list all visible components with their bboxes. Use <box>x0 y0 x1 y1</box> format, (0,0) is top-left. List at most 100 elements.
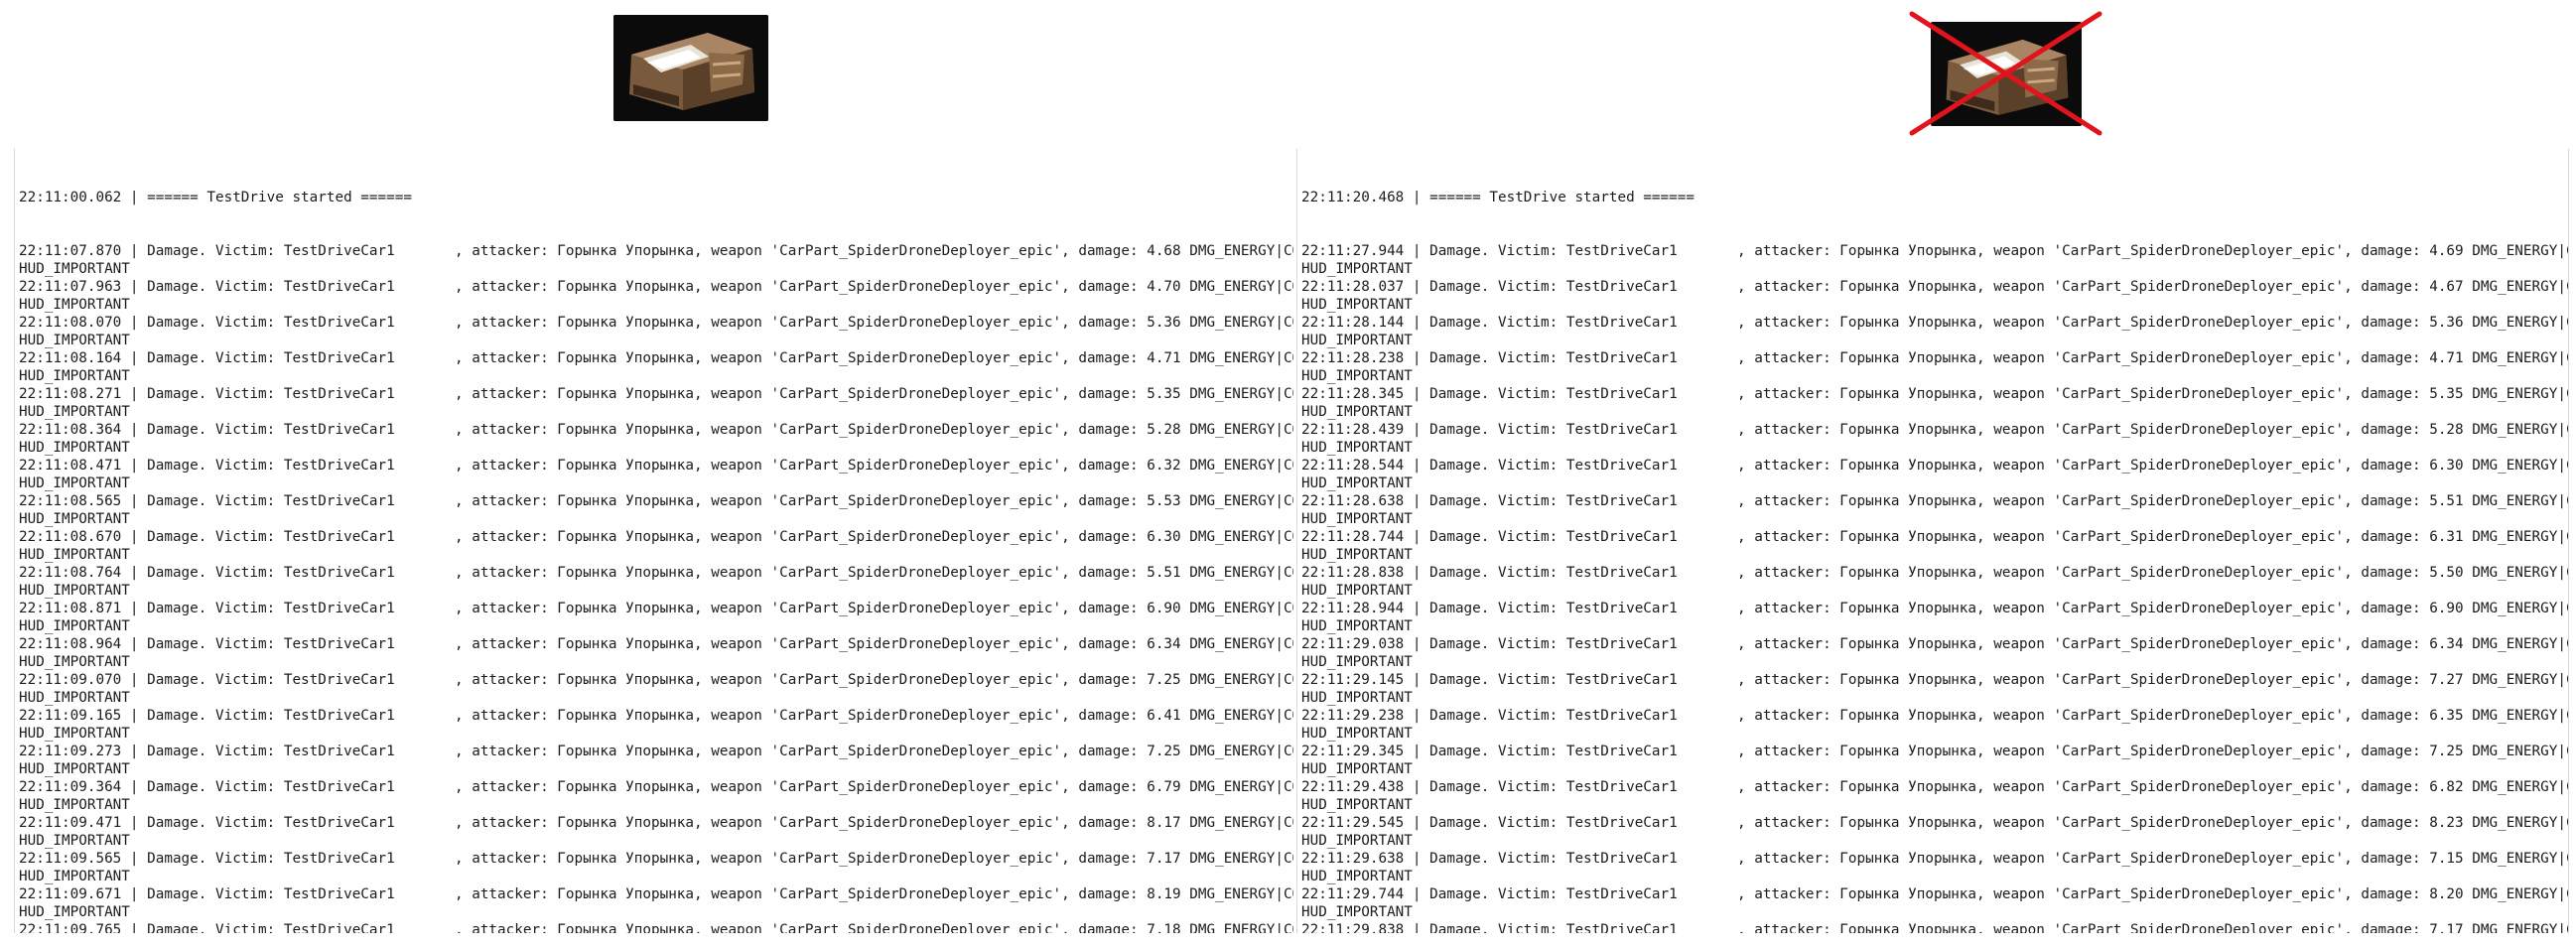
right-log-panel[interactable]: 22:11:20.468 | ====== TestDrive started … <box>1296 149 2569 933</box>
log-attacker: , attacker: Горынка Упорынка, weapon 'Ca… <box>394 708 1148 724</box>
log-separator: | <box>1404 458 1430 474</box>
log-damage: 8.19 <box>1147 886 1181 902</box>
log-event: Damage. Victim: TestDriveCar1 <box>147 779 395 795</box>
spider-drone-part-image <box>613 15 768 121</box>
log-event: Damage. Victim: TestDriveCar1 <box>1429 815 1678 831</box>
log-damage: 6.35 <box>2429 708 2464 724</box>
log-separator: | <box>121 243 148 259</box>
log-entry-line: 22:11:29.345 | Damage. Victim: TestDrive… <box>1301 743 2568 760</box>
log-flags-continued: HUD_IMPORTANT <box>19 797 130 813</box>
log-flags: DMG_ENERGY|CONTINUOUS| <box>2472 493 2568 509</box>
log-attacker: , attacker: Горынка Упорынка, weapon 'Ca… <box>394 315 1148 331</box>
log-flags-continued: HUD_IMPORTANT <box>1301 333 1413 348</box>
log-entry-line: 22:11:07.870 | Damage. Victim: TestDrive… <box>19 242 1293 260</box>
log-flags-continued: HUD_IMPORTANT <box>19 297 130 313</box>
log-damage: 4.71 <box>2429 350 2464 366</box>
log-entry-continuation: HUD_IMPORTANT <box>19 796 1293 814</box>
log-time: 22:11:29.345 <box>1301 744 1405 759</box>
log-event: Damage. Victim: TestDriveCar1 <box>1429 458 1678 474</box>
log-separator: | <box>1404 279 1430 295</box>
log-attacker: , attacker: Горынка Упорынка, weapon 'Ca… <box>394 386 1148 402</box>
log-entry-continuation: HUD_IMPORTANT <box>19 367 1293 385</box>
log-entry-line: 22:11:08.871 | Damage. Victim: TestDrive… <box>19 600 1293 617</box>
log-event: Damage. Victim: TestDriveCar1 <box>1429 493 1678 509</box>
log-flags-continued: HUD_IMPORTANT <box>1301 440 1413 456</box>
log-time: 22:11:28.439 <box>1301 422 1405 438</box>
log-flags: DMG_ENERGY|CONTINUOUS| <box>1189 779 1293 795</box>
log-attacker: , attacker: Горынка Упорынка, weapon 'Ca… <box>394 565 1148 581</box>
log-separator: | <box>121 779 148 795</box>
log-entry-line: 22:11:09.273 | Damage. Victim: TestDrive… <box>19 743 1293 760</box>
log-entry-continuation: HUD_IMPORTANT <box>1301 760 2568 778</box>
log-flags-continued: HUD_IMPORTANT <box>1301 297 1413 313</box>
log-entry-line: 22:11:29.145 | Damage. Victim: TestDrive… <box>1301 671 2568 689</box>
log-separator: | <box>121 708 148 724</box>
log-flags: DMG_ENERGY|CONTINUOUS| <box>2472 243 2568 259</box>
log-damage: 7.17 <box>2429 922 2464 933</box>
log-flags-continued: HUD_IMPORTANT <box>19 440 130 456</box>
log-entry-continuation: HUD_IMPORTANT <box>19 903 1293 921</box>
log-time: 22:11:28.544 <box>1301 458 1405 474</box>
log-flags: DMG_ENERGY|CONTINUOUS| <box>2472 636 2568 652</box>
log-entry-continuation: HUD_IMPORTANT <box>19 332 1293 349</box>
log-time: 22:11:08.565 <box>19 493 122 509</box>
log-flags-continued: HUD_IMPORTANT <box>19 333 130 348</box>
log-flags: DMG_ENERGY|CONTINUOUS| <box>1189 529 1293 545</box>
log-entry-continuation: HUD_IMPORTANT <box>1301 653 2568 671</box>
log-separator: | <box>121 350 148 366</box>
log-separator: | <box>121 386 148 402</box>
log-flags: DMG_ENERGY|CONTINUOUS| <box>2472 922 2568 933</box>
log-flags: DMG_ENERGY|CONTINUOUS| <box>2472 529 2568 545</box>
left-log-panel[interactable]: 22:11:00.062 | ====== TestDrive started … <box>14 149 1293 933</box>
log-entry-continuation: HUD_IMPORTANT <box>1301 474 2568 492</box>
log-separator: | <box>121 529 148 545</box>
log-event: Damage. Victim: TestDriveCar1 <box>147 386 395 402</box>
log-flags-continued: HUD_IMPORTANT <box>1301 583 1413 599</box>
log-time: 22:11:08.164 <box>19 350 122 366</box>
log-separator: | <box>1404 636 1430 652</box>
log-attacker: , attacker: Горынка Упорынка, weapon 'Ca… <box>394 601 1148 616</box>
log-time: 22:11:28.638 <box>1301 493 1405 509</box>
log-flags-continued: HUD_IMPORTANT <box>1301 261 1413 277</box>
log-time: 22:11:28.037 <box>1301 279 1405 295</box>
log-damage: 6.32 <box>1147 458 1181 474</box>
log-entry-continuation: HUD_IMPORTANT <box>1301 617 2568 635</box>
log-flags-continued: HUD_IMPORTANT <box>1301 654 1413 670</box>
log-time: 22:11:09.765 <box>19 922 122 933</box>
log-event: Damage. Victim: TestDriveCar1 <box>147 458 395 474</box>
log-flags-continued: HUD_IMPORTANT <box>1301 904 1413 920</box>
log-separator: | <box>121 458 148 474</box>
log-damage: 4.70 <box>1147 279 1181 295</box>
log-time: 22:11:08.070 <box>19 315 122 331</box>
log-flags-continued: HUD_IMPORTANT <box>19 761 130 777</box>
log-event: Damage. Victim: TestDriveCar1 <box>1429 350 1678 366</box>
log-attacker: , attacker: Горынка Упорынка, weapon 'Ca… <box>394 529 1148 545</box>
log-attacker: , attacker: Горынка Упорынка, weapon 'Ca… <box>394 779 1148 795</box>
log-attacker: , attacker: Горынка Упорынка, weapon 'Ca… <box>394 744 1148 759</box>
log-event: Damage. Victim: TestDriveCar1 <box>147 350 395 366</box>
log-flags-continued: HUD_IMPORTANT <box>19 726 130 742</box>
log-flags: DMG_ENERGY|CONTINUOUS| <box>2472 708 2568 724</box>
log-flags-continued: HUD_IMPORTANT <box>19 475 130 491</box>
log-flags-continued: HUD_IMPORTANT <box>19 404 130 420</box>
log-event: Damage. Victim: TestDriveCar1 <box>1429 422 1678 438</box>
log-flags-continued: HUD_IMPORTANT <box>1301 368 1413 384</box>
log-entry-continuation: HUD_IMPORTANT <box>1301 689 2568 707</box>
log-attacker: , attacker: Горынка Упорынка, weapon 'Ca… <box>1677 565 2430 581</box>
log-flags: DMG_ENERGY|CONTINUOUS| <box>1189 458 1293 474</box>
log-attacker: , attacker: Горынка Упорынка, weapon 'Ca… <box>1677 243 2430 259</box>
left-log-text: 22:11:00.062 | ====== TestDrive started … <box>15 149 1293 933</box>
log-entry-line: 22:11:08.364 | Damage. Victim: TestDrive… <box>19 421 1293 439</box>
log-entry-continuation: HUD_IMPORTANT <box>1301 832 2568 850</box>
log-flags: DMG_ENERGY|CONTINUOUS| <box>2472 601 2568 616</box>
log-entry-line: 22:11:29.744 | Damage. Victim: TestDrive… <box>1301 885 2568 903</box>
log-attacker: , attacker: Горынка Упорынка, weapon 'Ca… <box>1677 458 2430 474</box>
log-time: 22:11:29.545 <box>1301 815 1405 831</box>
log-entry-continuation: HUD_IMPORTANT <box>19 617 1293 635</box>
log-event: Damage. Victim: TestDriveCar1 <box>147 886 395 902</box>
log-damage: 7.18 <box>1147 922 1181 933</box>
log-event: Damage. Victim: TestDriveCar1 <box>147 815 395 831</box>
log-entry-line: 22:11:28.838 | Damage. Victim: TestDrive… <box>1301 564 2568 582</box>
log-flags-continued: HUD_IMPORTANT <box>1301 475 1413 491</box>
log-flags: DMG_ENERGY|CONTINUOUS| <box>2472 815 2568 831</box>
